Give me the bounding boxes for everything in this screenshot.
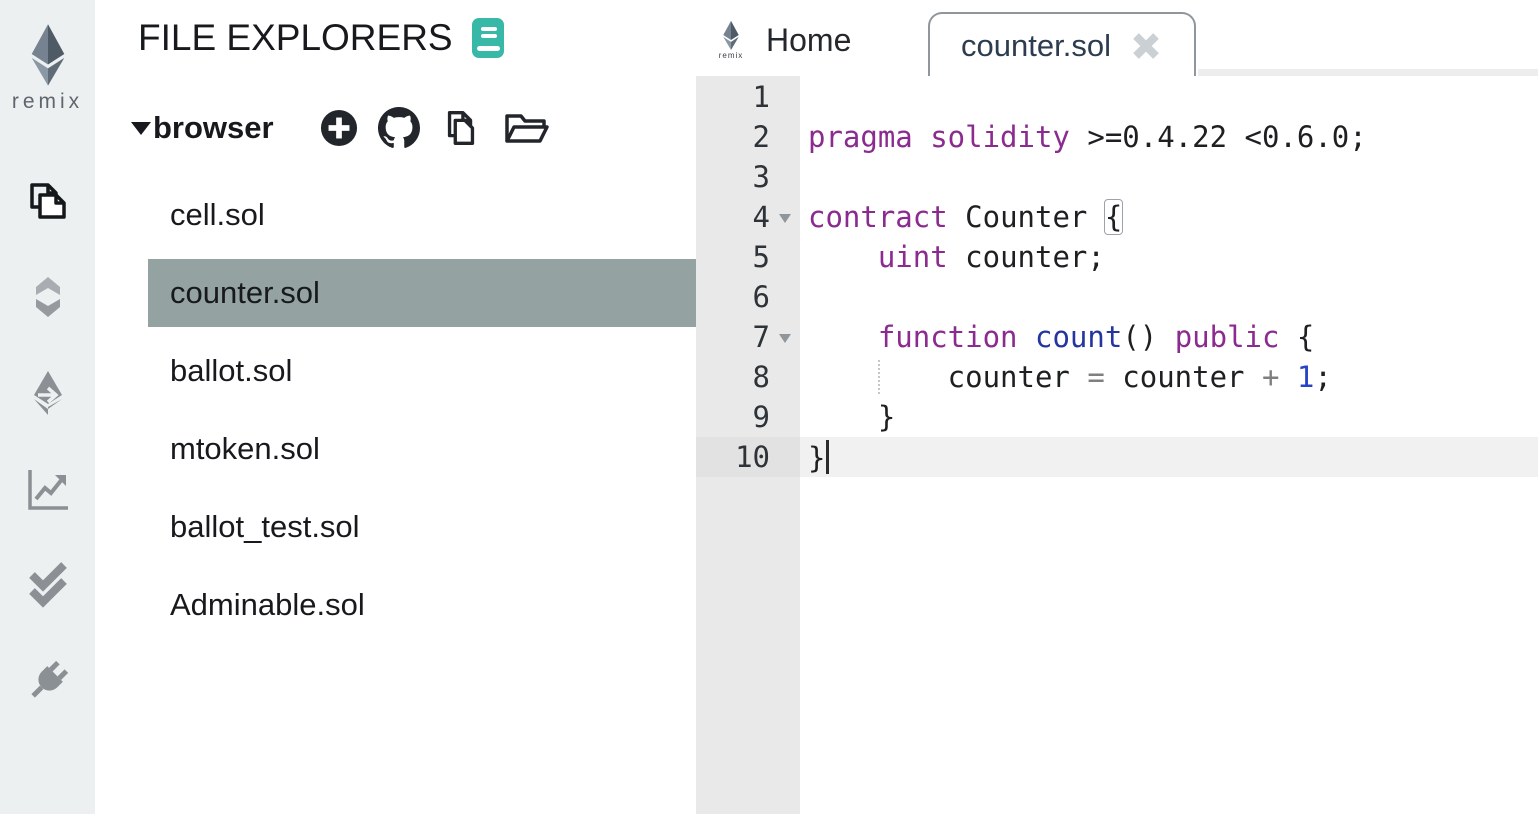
code-line-7[interactable]: 7 function count() public { — [696, 317, 1538, 357]
remix-logo-caption: remix — [0, 90, 95, 114]
code-text[interactable]: function count() public { — [800, 320, 1314, 354]
code-line-10[interactable]: 10} — [696, 437, 1538, 477]
plugin-icon[interactable] — [23, 656, 73, 706]
file-explorer-panel: FILE EXPLORERS browser cell.sol counter.s… — [95, 0, 696, 814]
code-text[interactable]: } — [800, 400, 895, 434]
copy-files-icon[interactable] — [440, 107, 482, 149]
file-item-mtoken.sol[interactable]: mtoken.sol — [148, 415, 696, 483]
file-explorers-title: FILE EXPLORERS — [138, 17, 453, 59]
line-number: 3 — [696, 160, 770, 194]
line-number: 7 — [696, 320, 770, 354]
gutter-cell-6[interactable]: 6 — [696, 277, 800, 317]
line-number: 5 — [696, 240, 770, 274]
ethereum-diamond-icon — [720, 20, 742, 50]
gutter-cell-10[interactable]: 10 — [696, 437, 800, 477]
file-item-counter.sol[interactable]: counter.sol — [148, 259, 696, 327]
analysis-icon[interactable] — [23, 464, 73, 514]
code-text[interactable]: contract Counter { — [800, 200, 1122, 234]
code-line-5[interactable]: 5 uint counter; — [696, 237, 1538, 277]
tab-home-label: Home — [766, 22, 851, 59]
fold-spacer — [770, 437, 800, 477]
fold-spacer — [770, 237, 800, 277]
fold-spacer — [770, 277, 800, 317]
gutter-cell-2[interactable]: 2 — [696, 117, 800, 157]
gutter-cell-1[interactable]: 1 — [696, 77, 800, 117]
create-file-icon[interactable] — [320, 109, 358, 147]
fold-spacer — [770, 157, 800, 197]
gutter-cell-4[interactable]: 4 — [696, 197, 800, 237]
line-number: 1 — [696, 80, 770, 114]
workspace-row: browser — [131, 103, 552, 153]
deploy-run-icon[interactable] — [23, 368, 73, 418]
testing-icon[interactable] — [23, 560, 73, 610]
gutter-cell-7[interactable]: 7 — [696, 317, 800, 357]
indent-guide — [878, 360, 880, 394]
code-text[interactable]: pragma solidity >=0.4.22 <0.6.0; — [800, 120, 1367, 154]
fold-spacer — [770, 117, 800, 157]
editor-pane: remix Home counter.sol 1 2 pragma solidity… — [696, 0, 1538, 814]
activity-bar: remix — [0, 0, 95, 814]
fold-spacer — [770, 357, 800, 397]
gutter-cell-8[interactable]: 8 — [696, 357, 800, 397]
file-item-ballot_test.sol[interactable]: ballot_test.sol — [148, 493, 696, 561]
file-list: cell.sol counter.sol ballot.sol mtoken.sol b… — [95, 181, 696, 649]
github-import-icon[interactable] — [378, 107, 420, 149]
file-explorer-toolbar — [320, 103, 552, 153]
file-explorer-icon[interactable] — [23, 176, 73, 226]
workspace-browser-label[interactable]: browser — [153, 110, 274, 146]
gutter-cell-5[interactable]: 5 — [696, 237, 800, 277]
line-number: 2 — [696, 120, 770, 154]
code-line-3[interactable]: 3 — [696, 157, 1538, 197]
solidity-compiler-icon[interactable] — [23, 272, 73, 322]
line-number: 8 — [696, 360, 770, 394]
tab-bar: remix Home counter.sol — [696, 0, 1538, 76]
file-item-ballot.sol[interactable]: ballot.sol — [148, 337, 696, 405]
fold-arrow-icon[interactable] — [770, 197, 800, 237]
code-line-1[interactable]: 1 — [696, 77, 1538, 117]
code-line-2[interactable]: 2 pragma solidity >=0.4.22 <0.6.0; — [696, 117, 1538, 157]
code-line-8[interactable]: 8 counter = counter + 1; — [696, 357, 1538, 397]
chevron-down-icon[interactable] — [131, 122, 151, 135]
ethereum-diamond-icon — [25, 22, 71, 86]
code-line-6[interactable]: 6 — [696, 277, 1538, 317]
file-explorer-header: FILE EXPLORERS — [138, 16, 509, 60]
line-number: 6 — [696, 280, 770, 314]
fold-spacer — [770, 397, 800, 437]
code-lines: 1 2 pragma solidity >=0.4.22 <0.6.0; 3 4 cont… — [696, 77, 1538, 477]
gutter-cell-9[interactable]: 9 — [696, 397, 800, 437]
remix-ide-window: remix FILE EXPLORERS browser cell.sol cou… — [0, 0, 1538, 814]
tab-counter-sol-label: counter.sol — [961, 28, 1111, 64]
tab-counter-sol[interactable]: counter.sol — [928, 12, 1196, 78]
file-item-cell.sol[interactable]: cell.sol — [148, 181, 696, 249]
fold-arrow-icon[interactable] — [770, 317, 800, 357]
code-editor[interactable]: 1 2 pragma solidity >=0.4.22 <0.6.0; 3 4 cont… — [696, 76, 1538, 814]
line-number: 9 — [696, 400, 770, 434]
code-line-9[interactable]: 9 } — [696, 397, 1538, 437]
remix-mini-caption: remix — [719, 51, 744, 60]
remix-logo: remix — [0, 22, 95, 114]
code-text[interactable]: uint counter; — [800, 240, 1105, 274]
line-number: 4 — [696, 200, 770, 234]
close-icon[interactable] — [1129, 29, 1163, 63]
line-number: 10 — [696, 440, 770, 474]
fold-spacer — [770, 77, 800, 117]
tab-home[interactable]: remix Home — [710, 8, 851, 72]
file-item-Adminable.sol[interactable]: Adminable.sol — [148, 571, 696, 639]
gutter-cell-3[interactable]: 3 — [696, 157, 800, 197]
activity-icon-list — [0, 176, 95, 706]
text-cursor — [826, 440, 829, 474]
remix-mini-logo: remix — [710, 20, 752, 60]
book-icon[interactable] — [469, 16, 509, 60]
open-folder-icon[interactable] — [502, 103, 552, 153]
code-line-4[interactable]: 4 contract Counter { — [696, 197, 1538, 237]
code-text[interactable]: } — [800, 440, 829, 475]
